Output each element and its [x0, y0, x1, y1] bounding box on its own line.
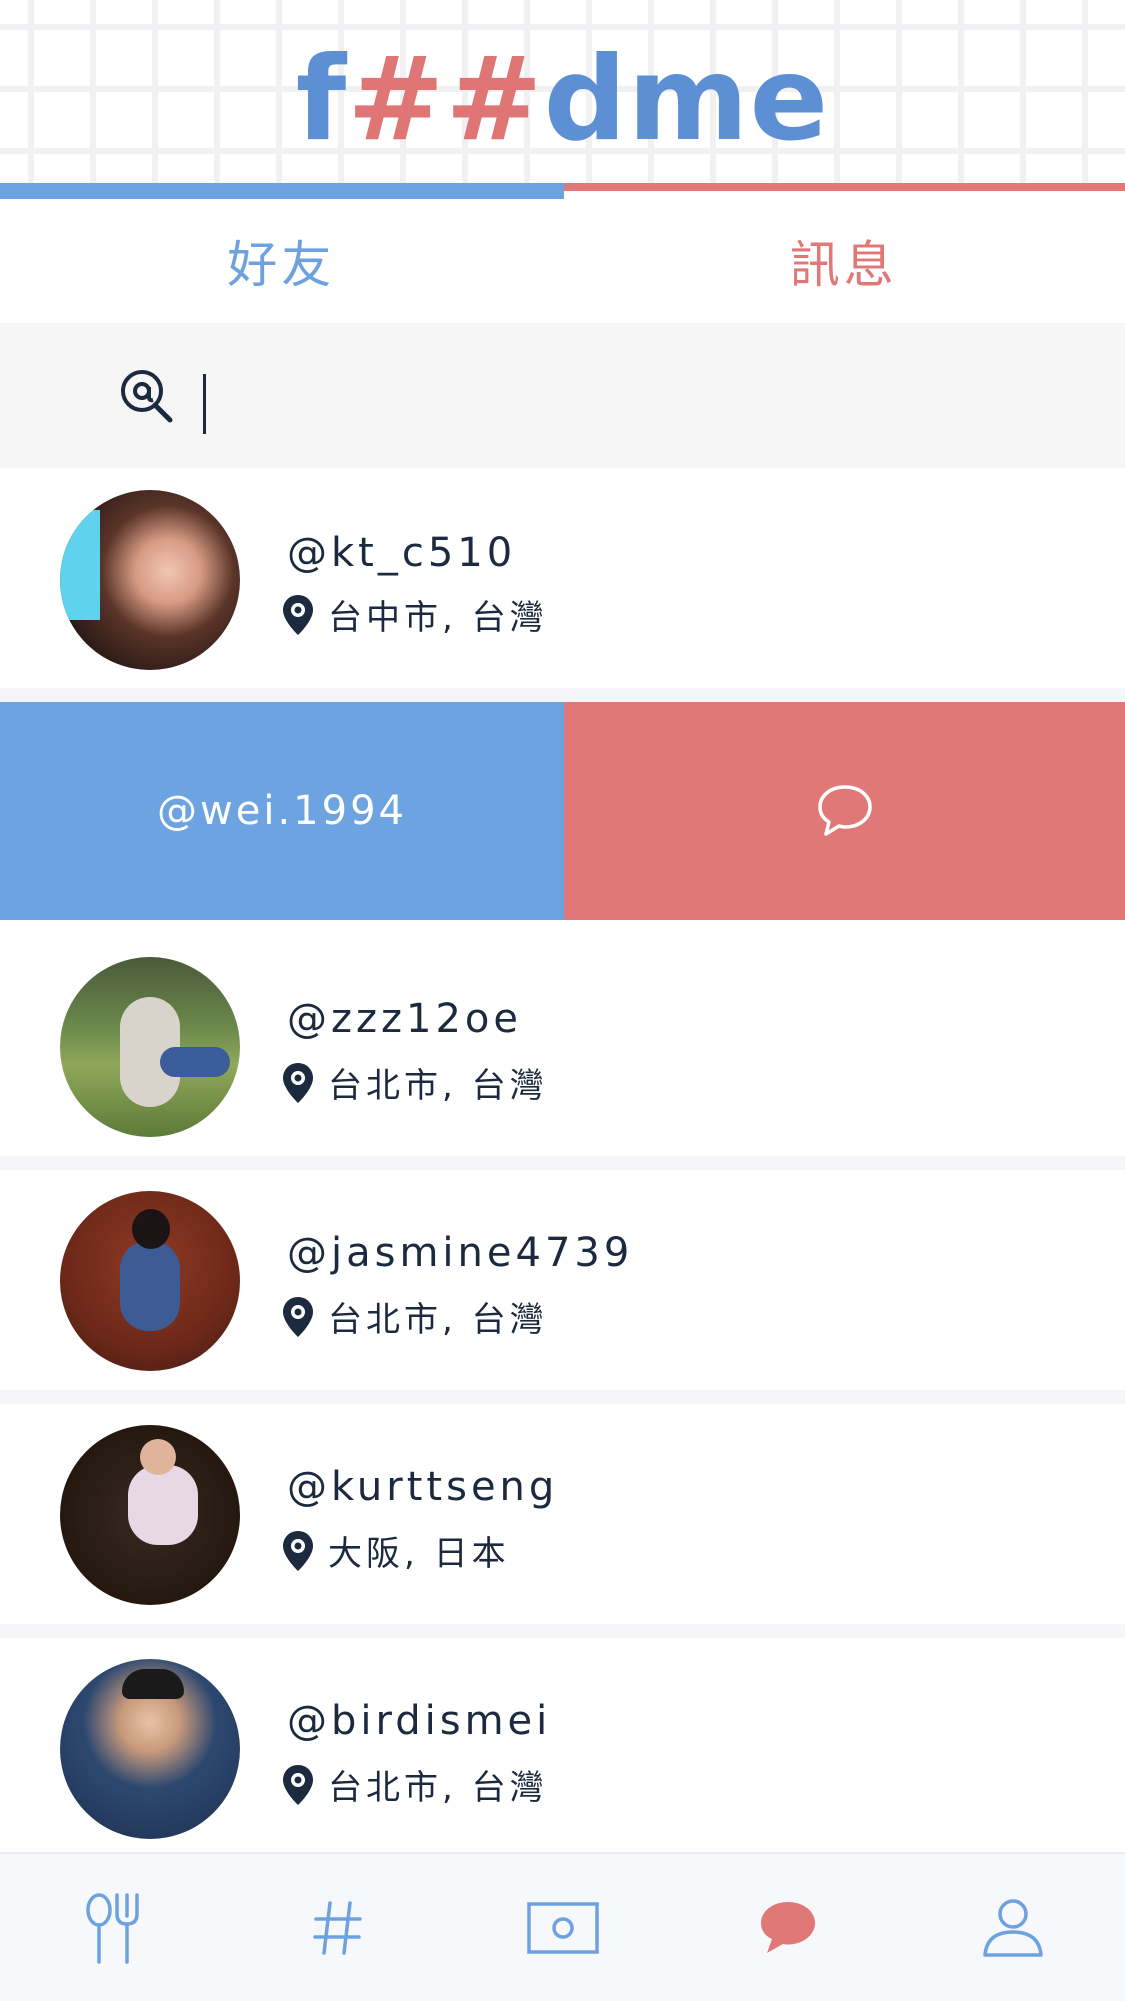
tab-bar: 好友 訊息 [0, 199, 1125, 323]
friend-row[interactable]: @jasmine4739 台北市, 台灣 [0, 1170, 1125, 1404]
message-action-button[interactable] [564, 702, 1125, 920]
photo-frame-icon [526, 1901, 599, 1954]
hashtag-icon [312, 1900, 362, 1955]
location: 台北市, 台灣 [282, 1292, 548, 1341]
location-pin-icon [283, 1296, 313, 1337]
swiped-friend-row[interactable]: @wei.1994 [0, 702, 1125, 920]
username: @birdismei [287, 1698, 552, 1744]
nav-hashtag[interactable] [225, 1854, 450, 2001]
app-logo: f##dme [0, 40, 1125, 160]
search-bar [0, 323, 1125, 468]
search-input[interactable] [200, 371, 1060, 423]
avatar-figure-head [132, 1209, 170, 1249]
username: @zzz12oe [287, 996, 522, 1042]
nav-profile[interactable] [900, 1854, 1125, 2001]
fork-spoon-icon [85, 1892, 139, 1964]
avatar [60, 490, 240, 670]
tab-indicator-inactive [564, 183, 1125, 191]
nav-food[interactable] [0, 1854, 225, 2001]
location: 台北市, 台灣 [282, 1760, 548, 1809]
avatar [60, 1659, 240, 1839]
location: 台中市, 台灣 [282, 590, 548, 639]
location: 大阪, 日本 [282, 1526, 510, 1575]
tab-indicator-active [0, 183, 564, 199]
person-icon [982, 1898, 1043, 1957]
friend-row[interactable]: @birdismei 台北市, 台灣 [0, 1638, 1125, 1852]
friend-row[interactable]: @kt_c510 台中市, 台灣 [0, 468, 1125, 702]
friend-row[interactable]: @zzz12oe 台北市, 台灣 [0, 936, 1125, 1170]
avatar-figure [128, 1465, 198, 1545]
username: @kurttseng [287, 1464, 559, 1510]
username: @jasmine4739 [287, 1230, 634, 1276]
logo-part-f: f [295, 32, 348, 167]
location-pin-icon [283, 1530, 313, 1571]
avatar-figure-legs [160, 1047, 230, 1077]
tab-indicator [0, 183, 1125, 199]
location-pin-icon [283, 594, 313, 635]
avatar [60, 1425, 240, 1605]
chat-outline-icon [817, 785, 872, 836]
avatar-figure-head [140, 1439, 176, 1475]
search-at-icon [121, 370, 173, 423]
avatar-bg-accent [60, 510, 100, 620]
location: 台北市, 台灣 [282, 1058, 548, 1107]
swiped-username[interactable]: @wei.1994 [0, 702, 564, 920]
logo-part-hash: ## [347, 32, 544, 167]
location-pin-icon [283, 1764, 313, 1805]
text-caret [203, 374, 206, 434]
location-text: 台中市, 台灣 [328, 598, 548, 638]
location-text: 台北市, 台灣 [328, 1300, 548, 1340]
tab-friends[interactable]: 好友 [0, 199, 563, 323]
location-text: 台北市, 台灣 [328, 1768, 548, 1808]
nav-camera[interactable] [450, 1854, 675, 2001]
avatar [60, 957, 240, 1137]
friend-row[interactable]: @kurttseng 大阪, 日本 [0, 1404, 1125, 1638]
nav-chat[interactable] [675, 1854, 900, 2001]
avatar-figure [120, 1241, 180, 1331]
app-header: f##dme [0, 0, 1125, 183]
username: @kt_c510 [287, 530, 517, 576]
location-text: 大阪, 日本 [328, 1534, 510, 1574]
tab-messages[interactable]: 訊息 [563, 199, 1125, 323]
location-pin-icon [283, 1062, 313, 1103]
logo-part-dme: dme [543, 32, 830, 167]
avatar-figure-hair [122, 1669, 184, 1699]
bottom-nav [0, 1852, 1125, 2001]
location-text: 台北市, 台灣 [328, 1066, 548, 1106]
avatar [60, 1191, 240, 1371]
chat-bubble-icon [760, 1901, 815, 1953]
